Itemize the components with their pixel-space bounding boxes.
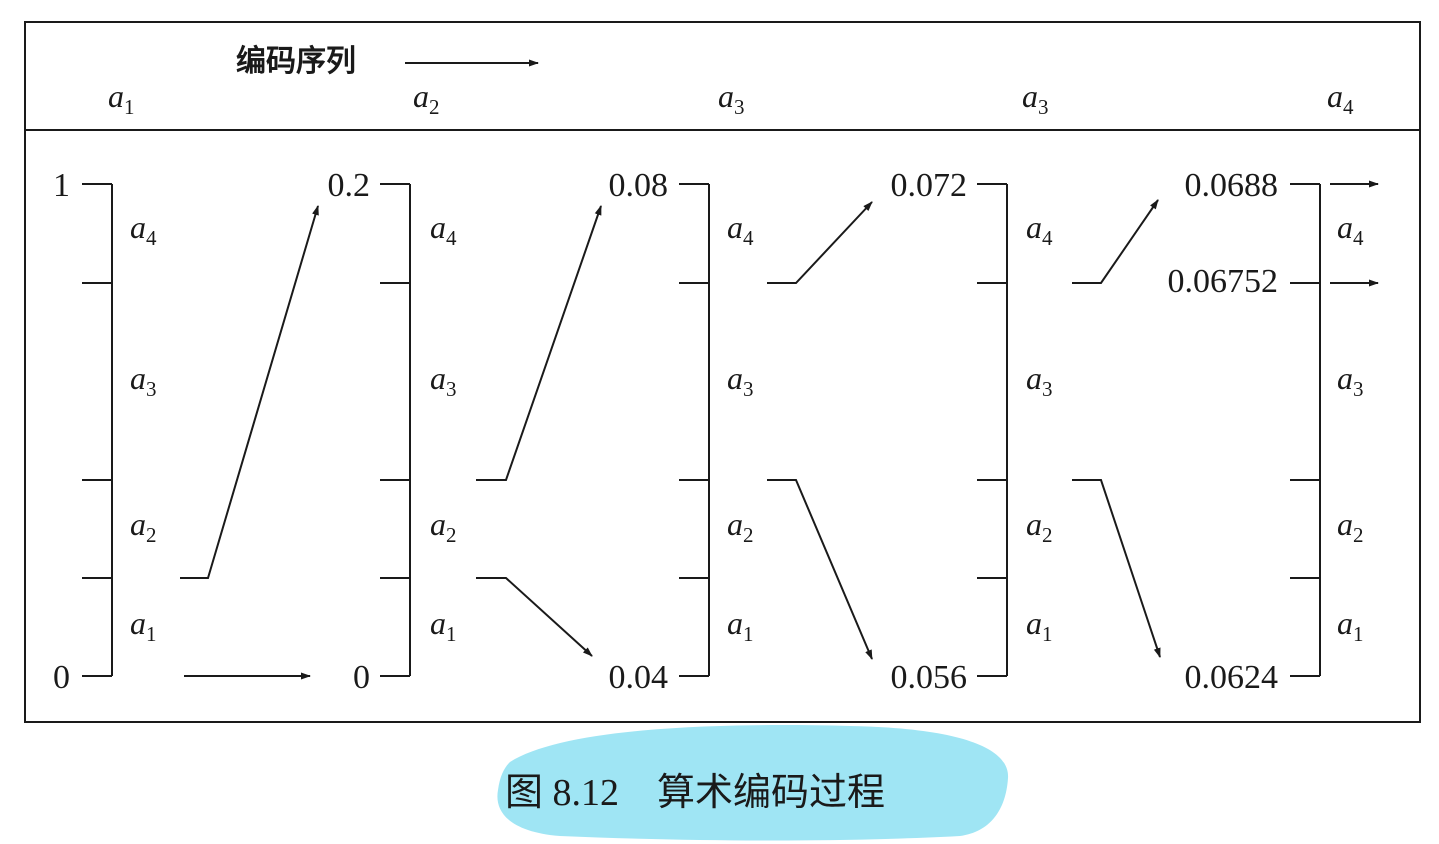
stage-3-symbol-a2: a2 bbox=[727, 506, 754, 547]
zoom-arrow-4-upper bbox=[1072, 199, 1159, 284]
stage-1-symbol-a3: a3 bbox=[130, 360, 157, 401]
zoom-arrow-3-lower bbox=[767, 479, 873, 660]
stage-1-symbol-a2: a2 bbox=[130, 506, 157, 547]
stage-1-scale bbox=[82, 183, 113, 677]
stage-5-top-value: 0.0688 bbox=[1185, 167, 1279, 204]
stage-3-symbol-a3: a3 bbox=[727, 360, 754, 401]
stage-5-symbol-a2: a2 bbox=[1337, 506, 1364, 547]
stage-3-symbol-a4: a4 bbox=[727, 209, 754, 250]
stage-4-symbol-a1: a1 bbox=[1026, 605, 1053, 646]
stage-2-top-value: 0.2 bbox=[328, 167, 371, 204]
stage-4-top-value: 0.072 bbox=[891, 167, 968, 204]
figure-frame bbox=[24, 21, 1421, 723]
sequence-label: 编码序列 bbox=[236, 44, 356, 78]
stage-5-scale bbox=[1290, 183, 1321, 677]
stage-5-symbol-a4: a4 bbox=[1337, 209, 1364, 250]
zoom-arrow-4-lower bbox=[1072, 479, 1161, 658]
stage-3-scale bbox=[679, 183, 710, 677]
stage-4-scale bbox=[977, 183, 1008, 677]
stage-1-symbol-a4: a4 bbox=[130, 209, 157, 250]
stage-2-symbol-a2: a2 bbox=[430, 506, 457, 547]
zoom-arrow-3-upper bbox=[767, 201, 873, 284]
stage-5-symbol-a1: a1 bbox=[1337, 605, 1364, 646]
stage-4-bottom-value: 0.056 bbox=[891, 659, 968, 696]
stage-3-top-value: 0.08 bbox=[609, 167, 669, 204]
stage-5-symbol-a3: a3 bbox=[1337, 360, 1364, 401]
stage-5-bottom-value: 0.0624 bbox=[1185, 659, 1279, 696]
sequence-symbol-2: a2 bbox=[413, 78, 440, 119]
stage-4-symbol-a4: a4 bbox=[1026, 209, 1053, 250]
arithmetic-coding-figure: 编码序列 a1 a2 a3 a3 a4 1 0 a4 a3 a2 a1 0.2 … bbox=[24, 21, 1421, 841]
stage-1-symbol-a1: a1 bbox=[130, 605, 157, 646]
stage-1-top-value: 1 bbox=[53, 167, 70, 204]
stage-4-symbol-a3: a3 bbox=[1026, 360, 1053, 401]
sequence-symbol-3: a3 bbox=[718, 78, 745, 119]
figure-caption: 图 8.12 算术编码过程 bbox=[505, 772, 885, 814]
stage-4-symbol-a2: a2 bbox=[1026, 506, 1053, 547]
sequence-symbol-4: a3 bbox=[1022, 78, 1049, 119]
zoom-arrow-2-lower bbox=[476, 577, 593, 657]
stage-3-bottom-value: 0.04 bbox=[609, 659, 669, 696]
stage-2-symbol-a3: a3 bbox=[430, 360, 457, 401]
stage-3-symbol-a1: a1 bbox=[727, 605, 754, 646]
stage-2-scale bbox=[380, 183, 411, 677]
sequence-symbol-5: a4 bbox=[1327, 78, 1354, 119]
zoom-arrow-1-upper bbox=[180, 205, 319, 579]
stage-2-bottom-value: 0 bbox=[353, 659, 370, 696]
stage-2-symbol-a1: a1 bbox=[430, 605, 457, 646]
stage-5-mid-value: 0.06752 bbox=[1168, 263, 1279, 300]
stage-2-symbol-a4: a4 bbox=[430, 209, 457, 250]
stage-1-bottom-value: 0 bbox=[53, 659, 70, 696]
zoom-arrow-2-upper bbox=[476, 205, 602, 481]
sequence-symbol-1: a1 bbox=[108, 78, 135, 119]
